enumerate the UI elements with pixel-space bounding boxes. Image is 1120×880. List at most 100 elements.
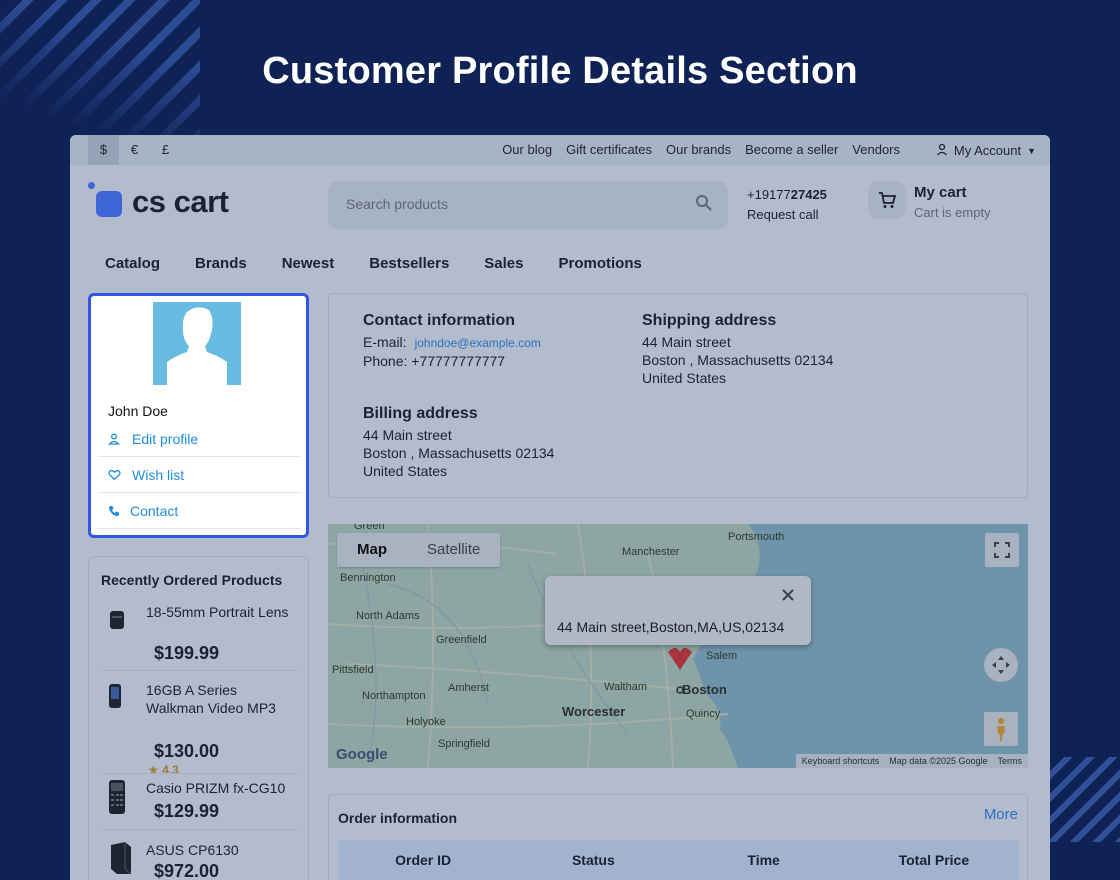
cart-button[interactable]: [868, 181, 906, 219]
street-view-button[interactable]: [984, 712, 1018, 746]
column-time[interactable]: Time: [679, 840, 849, 880]
orders-table-header: Order ID Status Time Total Price: [338, 840, 1019, 880]
my-account-label: My Account: [953, 143, 1022, 158]
star-icon: ★: [148, 763, 159, 777]
pan-arrows-icon: [992, 656, 1010, 674]
map-label: Portsmouth: [728, 531, 785, 543]
cart-summary[interactable]: My cart Cart is empty: [914, 183, 991, 223]
camera-control-button[interactable]: [984, 648, 1018, 682]
link-our-blog[interactable]: Our blog: [502, 135, 552, 165]
phone-block: +1917727425 Request call: [747, 185, 827, 225]
edit-profile-link[interactable]: Edit profile: [98, 421, 300, 457]
contact-information: Contact information E-mail: johndoe@examp…: [363, 312, 541, 370]
contact-title: Contact information: [363, 312, 515, 329]
close-icon[interactable]: [781, 588, 795, 602]
product-price: $129.99: [154, 801, 220, 821]
link-our-brands[interactable]: Our brands: [666, 135, 731, 165]
keyboard-shortcuts-link[interactable]: Keyboard shortcuts: [802, 754, 880, 768]
currency-gbp[interactable]: £: [150, 135, 181, 165]
profile-menu: Edit profile Wish list Contact: [98, 421, 300, 529]
email-link[interactable]: johndoe@example.com: [415, 336, 541, 350]
calculator-thumbnail: [109, 780, 125, 814]
recently-ordered-panel: Recently Ordered Products 18-55mm Portra…: [88, 556, 309, 880]
link-vendors[interactable]: Vendors: [852, 135, 900, 165]
product-name[interactable]: 18-55mm Portrait Lens: [146, 603, 296, 621]
phone-icon: [108, 505, 119, 516]
address-map[interactable]: Green Manchester Portsmouth Bennington N…: [328, 524, 1028, 768]
storefront-window: $ € £ Our blog Gift certificates Our bra…: [70, 135, 1050, 880]
logo-text: cs cart: [132, 184, 229, 219]
map-label: Salem: [706, 650, 738, 662]
cart-status: Cart is empty: [914, 205, 991, 220]
currency-usd[interactable]: $: [88, 135, 119, 165]
map-label: Holyoke: [406, 716, 446, 728]
wish-list-link[interactable]: Wish list: [98, 457, 300, 493]
search-input[interactable]: Search products: [328, 181, 728, 229]
pegman-icon: [997, 717, 1005, 741]
map-label: Springfield: [438, 738, 490, 750]
cart-title: My cart: [914, 184, 967, 201]
shipping-line: Boston , Massachusetts 02134: [642, 352, 834, 368]
lens-thumbnail: [110, 611, 124, 629]
product-name[interactable]: 16GB A Series Walkman Video MP3: [146, 681, 296, 717]
product-price: $130.00: [154, 741, 220, 761]
billing-line: Boston , Massachusetts 02134: [363, 445, 555, 461]
billing-title: Billing address: [363, 405, 478, 422]
customer-info-panel: Contact information E-mail: johndoe@examp…: [328, 293, 1028, 498]
column-status[interactable]: Status: [508, 840, 678, 880]
product-name[interactable]: Casio PRIZM fx-CG10: [146, 779, 296, 797]
request-call-link[interactable]: Request call: [747, 205, 827, 225]
terms-link[interactable]: Terms: [998, 754, 1023, 768]
phone-number: +1917727425: [747, 187, 827, 202]
nav-brands[interactable]: Brands: [195, 255, 247, 272]
divider: [101, 670, 298, 671]
fullscreen-button[interactable]: [985, 533, 1019, 567]
contact-link[interactable]: Contact: [98, 493, 300, 529]
map-data-credit: Map data ©2025 Google: [889, 756, 988, 766]
divider: [101, 829, 298, 830]
top-bar: $ € £ Our blog Gift certificates Our bra…: [70, 135, 1050, 165]
map-city: Worcester: [562, 704, 626, 719]
billing-line: United States: [363, 463, 448, 479]
column-order-id[interactable]: Order ID: [338, 840, 508, 880]
billing-address: Billing address 44 Main street Boston , …: [363, 405, 554, 480]
link-become-seller[interactable]: Become a seller: [745, 135, 838, 165]
caret-down-icon: ▼: [1027, 146, 1036, 156]
wish-list-label: Wish list: [132, 466, 185, 483]
nav-sales[interactable]: Sales: [484, 255, 523, 272]
cart-icon: [879, 192, 897, 208]
product-name[interactable]: ASUS CP6130: [146, 841, 296, 859]
map-city: Boston: [682, 682, 727, 697]
map-tab-satellite[interactable]: Satellite: [407, 533, 500, 567]
map-info-window: 44 Main street,Boston,MA,US,02134: [545, 576, 811, 645]
link-gift-certificates[interactable]: Gift certificates: [566, 135, 652, 165]
nav-bestsellers[interactable]: Bestsellers: [369, 255, 449, 272]
map-label: Pittsfield: [332, 664, 374, 676]
user-icon: [108, 433, 120, 445]
nav-promotions[interactable]: Promotions: [559, 255, 642, 272]
map-attribution: Keyboard shortcuts Map data ©2025 Google…: [795, 754, 1028, 768]
map-tab-map[interactable]: Map: [337, 533, 407, 567]
logo-square: [96, 191, 122, 217]
currency-eur[interactable]: €: [119, 135, 150, 165]
shipping-line: 44 Main street: [642, 334, 731, 350]
orders-more-link[interactable]: More: [984, 806, 1018, 823]
store-logo[interactable]: cs cart: [88, 182, 238, 220]
mp3-player-thumbnail: [109, 684, 121, 708]
logo-dot: [88, 182, 95, 189]
map-label: Manchester: [622, 546, 680, 558]
search-icon[interactable]: [694, 193, 714, 213]
map-label: Quincy: [686, 708, 721, 720]
map-label: Amherst: [448, 682, 489, 694]
column-total-price[interactable]: Total Price: [849, 840, 1019, 880]
map-label: Green: [354, 524, 385, 532]
decorative-stripes-bottom-right: [1050, 757, 1120, 842]
nav-catalog[interactable]: Catalog: [105, 255, 160, 272]
my-account-menu[interactable]: My Account ▼: [936, 135, 1036, 165]
customer-name: John Doe: [108, 403, 168, 419]
order-information-panel: Order information More Order ID Status T…: [328, 794, 1028, 880]
nav-newest[interactable]: Newest: [282, 255, 335, 272]
heart-icon: [108, 469, 121, 480]
divider: [101, 773, 298, 774]
shipping-line: United States: [642, 370, 727, 386]
